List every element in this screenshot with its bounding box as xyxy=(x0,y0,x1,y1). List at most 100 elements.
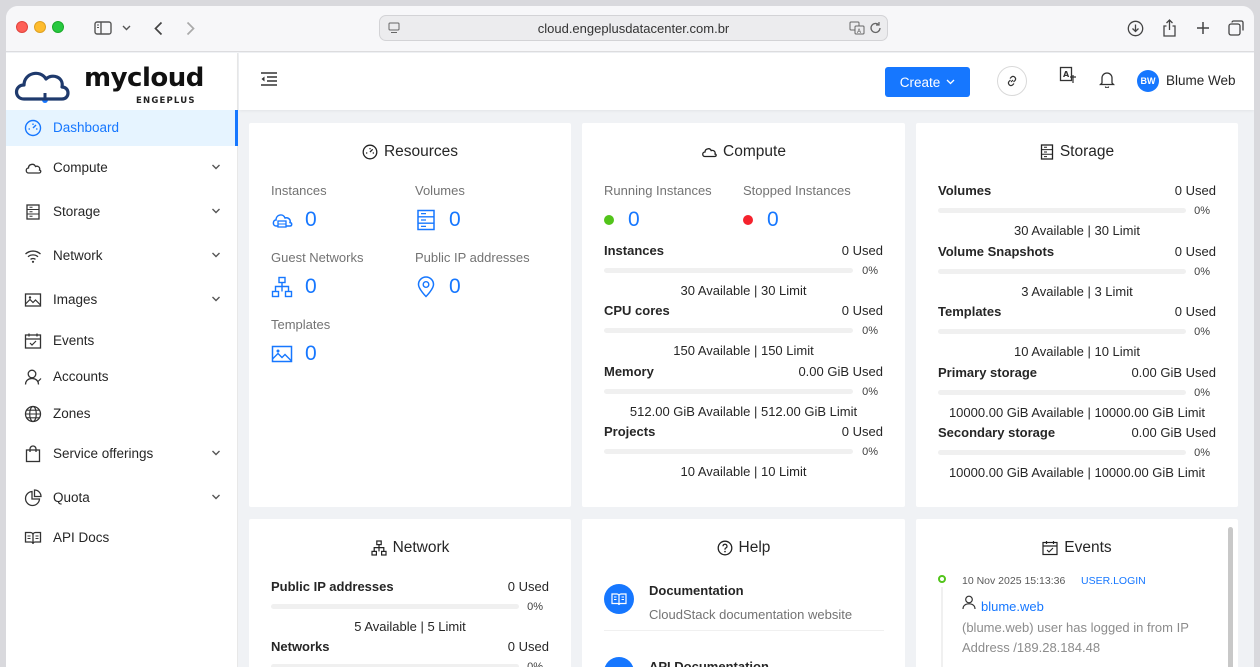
quota-row-used: 0 Used xyxy=(507,579,549,594)
address-bar[interactable]: cloud.engeplusdatacenter.com.br A xyxy=(379,15,888,41)
quota-row-percent: 0% xyxy=(1194,266,1210,278)
public-ip-stat[interactable]: 0 xyxy=(415,275,461,299)
avatar[interactable]: BW xyxy=(1137,70,1159,92)
quota-row-used: 0.00 GiB Used xyxy=(1131,425,1216,440)
compute-card: Compute Running Instances 0 Stopped Inst… xyxy=(582,123,905,507)
running-instances-value: 0 xyxy=(628,208,640,231)
quota-row-percent: 0% xyxy=(1194,326,1210,338)
book-icon xyxy=(604,584,634,614)
close-window-button[interactable] xyxy=(16,21,28,33)
sidebar-item-images[interactable]: Images xyxy=(6,282,238,318)
quota-row-label: Memory xyxy=(604,364,654,379)
quota-progress-bar xyxy=(938,208,1186,213)
quota-row-used: 0 Used xyxy=(841,243,883,258)
quota-row-label: Projects xyxy=(604,424,656,439)
network-tree-icon xyxy=(271,276,293,298)
quota-row-limit: 30 Available | 30 Limit xyxy=(1014,223,1140,238)
event-type-link[interactable]: USER.LOGIN xyxy=(1081,575,1146,587)
create-button[interactable]: Create xyxy=(885,67,970,97)
volumes-value: 0 xyxy=(449,208,461,231)
quota-row-limit: 5 Available | 5 Limit xyxy=(354,619,466,634)
templates-stat[interactable]: 0 xyxy=(271,342,317,366)
quota-row-limit: 10 Available | 10 Limit xyxy=(1014,344,1140,359)
quota-row-percent: 0% xyxy=(862,265,878,277)
events-title: Events xyxy=(916,539,1238,557)
chevron-down-icon xyxy=(211,294,221,304)
forward-icon[interactable] xyxy=(181,17,199,39)
sidebar-item-dashboard[interactable]: Dashboard xyxy=(6,110,238,146)
instances-stat[interactable]: 0 xyxy=(271,208,317,232)
stopped-instances-value: 0 xyxy=(767,208,779,231)
quota-progress-bar xyxy=(604,328,853,333)
sidebar-item-events[interactable]: Events xyxy=(6,323,238,359)
top-header: Create A BW Blume Web xyxy=(239,53,1254,110)
sidebar-item-storage[interactable]: Storage xyxy=(6,194,238,230)
running-instances-stat[interactable]: 0 xyxy=(604,208,640,232)
maximize-window-button[interactable] xyxy=(52,21,64,33)
network-tree-icon xyxy=(370,540,387,556)
tab-overview-icon[interactable] xyxy=(1226,17,1246,39)
menu-fold-icon[interactable] xyxy=(260,71,278,87)
card-title-text: Network xyxy=(392,539,450,556)
sidebar-item-accounts[interactable]: Accounts xyxy=(6,359,238,395)
quota-row-used: 0 Used xyxy=(1174,304,1216,319)
sidebar-item-label: Zones xyxy=(53,406,91,421)
network-card: Network Public IP addresses 0 Used 0% 5 … xyxy=(249,519,571,667)
share-icon[interactable] xyxy=(1159,17,1179,39)
sidebar-item-compute[interactable]: Compute xyxy=(6,150,238,186)
reload-icon[interactable] xyxy=(869,21,882,35)
logo[interactable]: mycloud ENGEPLUS xyxy=(12,61,204,113)
running-status-dot xyxy=(604,215,614,225)
location-pin-icon xyxy=(415,276,437,298)
book-icon xyxy=(24,529,42,547)
translate-icon[interactable]: A xyxy=(1059,66,1077,84)
translate-icon[interactable]: A xyxy=(849,21,865,35)
link-icon[interactable] xyxy=(997,66,1027,96)
globe-icon xyxy=(24,405,42,423)
sidebar-item-zones[interactable]: Zones xyxy=(6,396,238,432)
new-tab-icon[interactable] xyxy=(1193,17,1213,39)
user-icon xyxy=(962,595,976,610)
sidebar-item-quota[interactable]: Quota xyxy=(6,480,238,516)
chevron-down-icon[interactable] xyxy=(120,17,132,39)
minimize-window-button[interactable] xyxy=(34,21,46,33)
quota-progress-bar xyxy=(604,268,853,273)
quota-row-percent: 0% xyxy=(527,601,543,613)
chevron-down-icon xyxy=(211,250,221,260)
sidebar-item-network[interactable]: Network xyxy=(6,238,238,274)
quota-progress-bar xyxy=(938,269,1186,274)
storage-icon xyxy=(1040,144,1054,160)
volumes-label: Volumes xyxy=(415,183,465,198)
quota-row-percent: 0% xyxy=(862,325,878,337)
help-item-documentation[interactable]: Documentation CloudStack documentation w… xyxy=(604,583,884,631)
events-scrollbar[interactable] xyxy=(1228,527,1233,667)
downloads-icon[interactable] xyxy=(1125,17,1145,39)
bell-icon[interactable] xyxy=(1099,70,1115,88)
dashboard-icon xyxy=(362,144,378,160)
running-instances-label: Running Instances xyxy=(604,183,712,198)
card-title-text: Compute xyxy=(723,143,786,160)
user-icon xyxy=(24,368,42,386)
guest-networks-label: Guest Networks xyxy=(271,250,364,265)
quota-progress-bar xyxy=(271,604,519,609)
chevron-down-icon xyxy=(211,492,221,502)
stopped-instances-stat[interactable]: 0 xyxy=(743,208,779,232)
sidebar-item-api-docs[interactable]: API Docs xyxy=(6,520,238,556)
sidebar-toggle-icon[interactable] xyxy=(92,17,114,39)
back-icon[interactable] xyxy=(149,17,167,39)
create-button-label: Create xyxy=(899,74,941,90)
event-user-link[interactable]: blume.web xyxy=(981,599,1044,614)
volumes-stat[interactable]: 0 xyxy=(415,208,461,232)
picture-icon xyxy=(24,291,42,309)
chevron-down-icon xyxy=(946,79,955,85)
guest-networks-stat[interactable]: 0 xyxy=(271,275,317,299)
instances-value: 0 xyxy=(305,208,317,231)
sidebar-item-service-offerings[interactable]: Service offerings xyxy=(6,436,238,472)
user-name[interactable]: Blume Web xyxy=(1166,73,1236,88)
help-item-api-documentation[interactable]: API Documentation xyxy=(604,655,884,667)
sidebar-item-label: API Docs xyxy=(53,530,110,545)
cloud-icon xyxy=(24,159,42,177)
chevron-down-icon xyxy=(211,162,221,172)
dashboard-icon xyxy=(24,119,42,137)
quota-progress-bar xyxy=(938,450,1186,455)
